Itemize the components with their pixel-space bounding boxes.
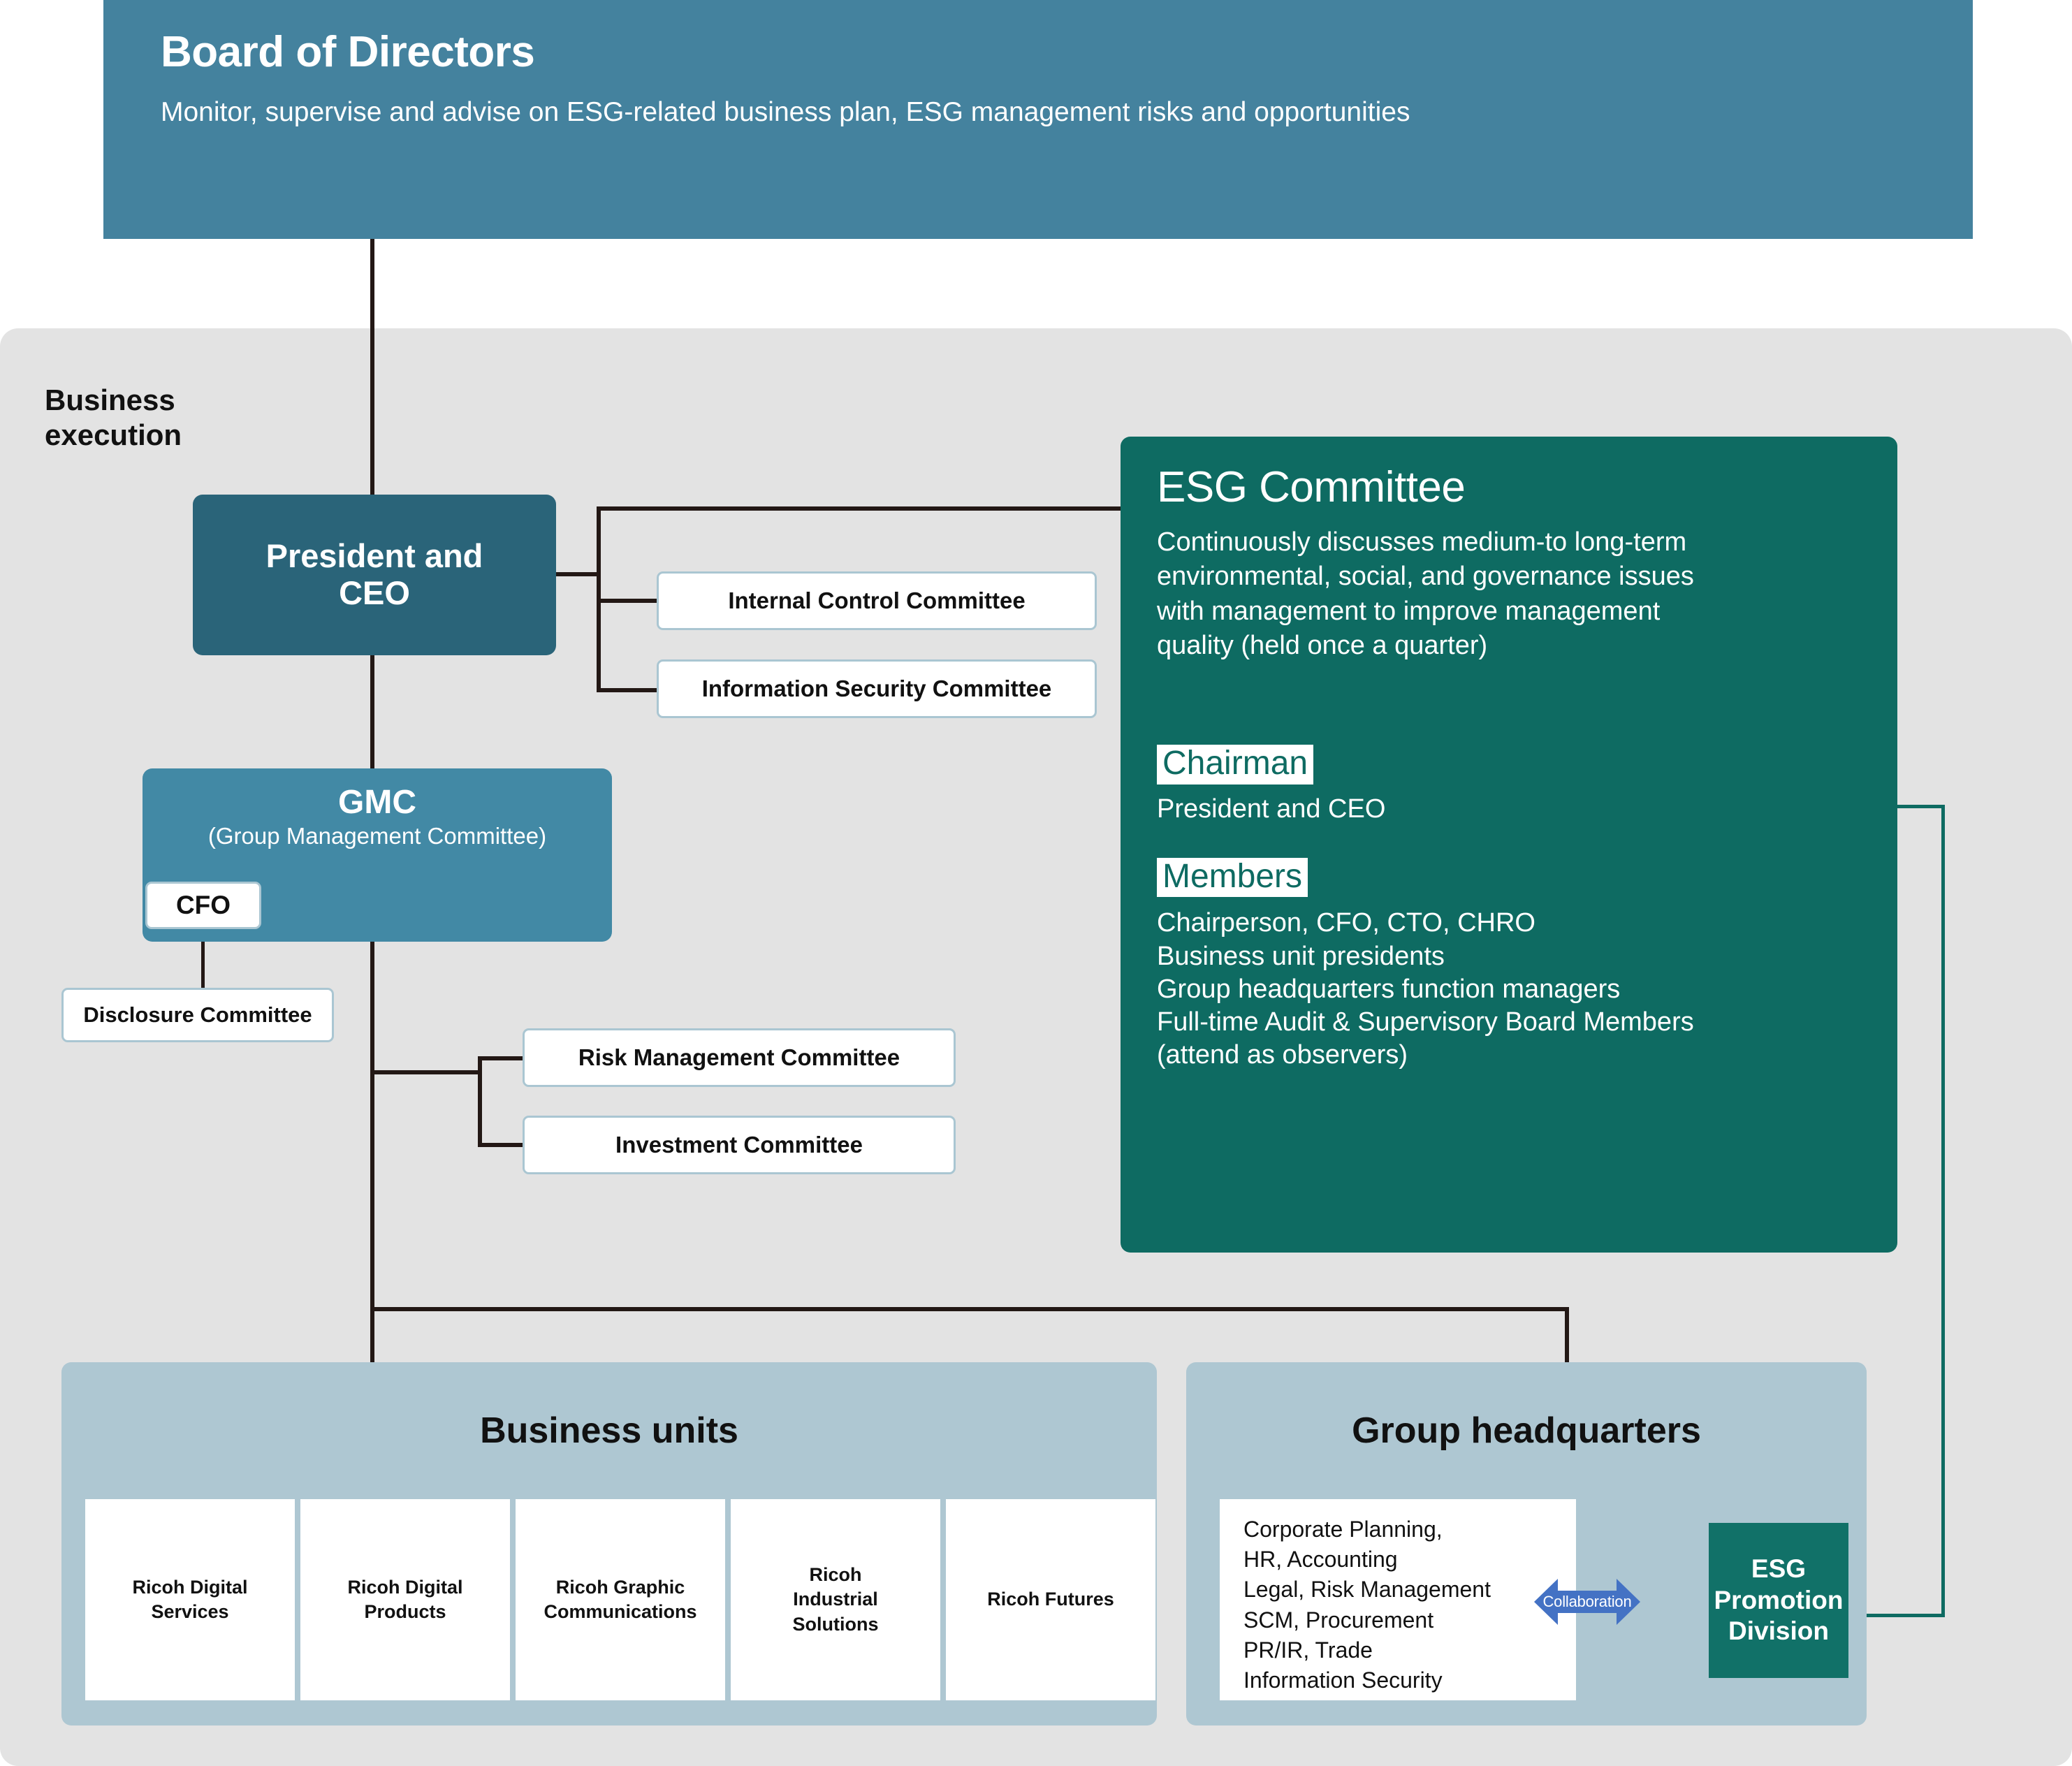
group-headquarters-functions: Corporate Planning, HR, Accounting Legal…	[1220, 1499, 1576, 1700]
business-unit-card: Ricoh Futures	[946, 1499, 1155, 1700]
esg-committee-box: ESG Committee Continuously discusses med…	[1121, 437, 1897, 1253]
connector-ceo-to-esg-committee	[597, 506, 1125, 511]
connector-to-investment-committee	[478, 1143, 527, 1147]
business-units-panel: Business units Ricoh Digital Services Ri…	[61, 1362, 1157, 1725]
cfo-label: CFO	[175, 891, 231, 919]
connector-ceo-to-gmc	[370, 654, 374, 771]
disclosure-committee-box: Disclosure Committee	[61, 988, 334, 1042]
business-unit-card: Ricoh Industrial Solutions	[731, 1499, 940, 1700]
board-of-directors-title: Board of Directors	[161, 28, 535, 76]
information-security-committee-box: Information Security Committee	[657, 659, 1097, 718]
chairman-heading: Chairman	[1157, 744, 1314, 785]
connector-to-information-security-committee	[597, 688, 659, 692]
org-chart-diagram: Board of Directors Monitor, supervise an…	[0, 0, 2072, 1766]
connector-to-internal-control-committee	[597, 599, 659, 603]
investment-committee-label: Investment Committee	[615, 1132, 863, 1158]
group-headquarters-panel: Group headquarters Corporate Planning, H…	[1186, 1362, 1867, 1725]
risk-management-committee-label: Risk Management Committee	[578, 1044, 900, 1070]
esg-promotion-division-box: ESG Promotion Division	[1709, 1523, 1848, 1678]
president-and-ceo-box: President and CEO	[193, 495, 556, 655]
connector-gmc-committee-vertical	[478, 1056, 482, 1147]
information-security-committee-label: Information Security Committee	[701, 676, 1052, 701]
business-execution-label: Business execution	[45, 384, 182, 451]
cfo-box: CFO	[145, 882, 261, 929]
chairman-value: President and CEO	[1157, 794, 1386, 824]
connector-esg-committee-right	[1897, 805, 1945, 808]
members-heading: Members	[1157, 857, 1308, 898]
internal-control-committee-label: Internal Control Committee	[728, 588, 1026, 613]
board-of-directors-box: Board of Directors Monitor, supervise an…	[103, 0, 1973, 239]
members-heading-wrap: Members	[1157, 857, 1861, 898]
esg-committee-description: Continuously discusses medium-to long-te…	[1157, 527, 1694, 661]
president-and-ceo-label: President and CEO	[265, 537, 483, 611]
board-of-directors-subtitle: Monitor, supervise and advise on ESG-rel…	[161, 97, 1410, 128]
connector-gmc-trunk	[370, 940, 374, 1380]
esg-committee-title: ESG Committee	[1157, 463, 1466, 511]
business-unit-card: Ricoh Digital Services	[85, 1499, 295, 1700]
risk-management-committee-box: Risk Management Committee	[523, 1028, 956, 1087]
connector-bottom-bus	[370, 1307, 1569, 1311]
connector-to-risk-management-committee	[478, 1056, 527, 1060]
chairman-heading-wrap: Chairman	[1157, 744, 1861, 785]
connector-ceo-right-stub	[556, 572, 601, 576]
investment-committee-box: Investment Committee	[523, 1116, 956, 1174]
gmc-subtitle: (Group Management Committee)	[207, 823, 547, 849]
disclosure-committee-label: Disclosure Committee	[83, 1002, 312, 1027]
business-unit-card: Ricoh Digital Products	[300, 1499, 510, 1700]
members-value: Chairperson, CFO, CTO, CHRO Business uni…	[1157, 908, 1694, 1070]
business-unit-card: Ricoh Graphic Communications	[516, 1499, 725, 1700]
collaboration-label: Collaboration	[1542, 1593, 1632, 1610]
connector-bus-to-group-headquarters	[1565, 1307, 1569, 1366]
business-units-card-list: Ricoh Digital Services Ricoh Digital Pro…	[85, 1499, 1155, 1700]
connector-esg-vertical	[1941, 805, 1945, 1617]
connector-board-to-ceo	[370, 239, 374, 496]
group-headquarters-title: Group headquarters	[1352, 1410, 1701, 1451]
internal-control-committee-box: Internal Control Committee	[657, 571, 1097, 630]
collaboration-arrow: Collaboration	[1534, 1573, 1640, 1630]
gmc-title: GMC	[338, 784, 416, 821]
business-units-title: Business units	[480, 1410, 738, 1451]
connector-gmc-to-committees	[370, 1070, 482, 1074]
